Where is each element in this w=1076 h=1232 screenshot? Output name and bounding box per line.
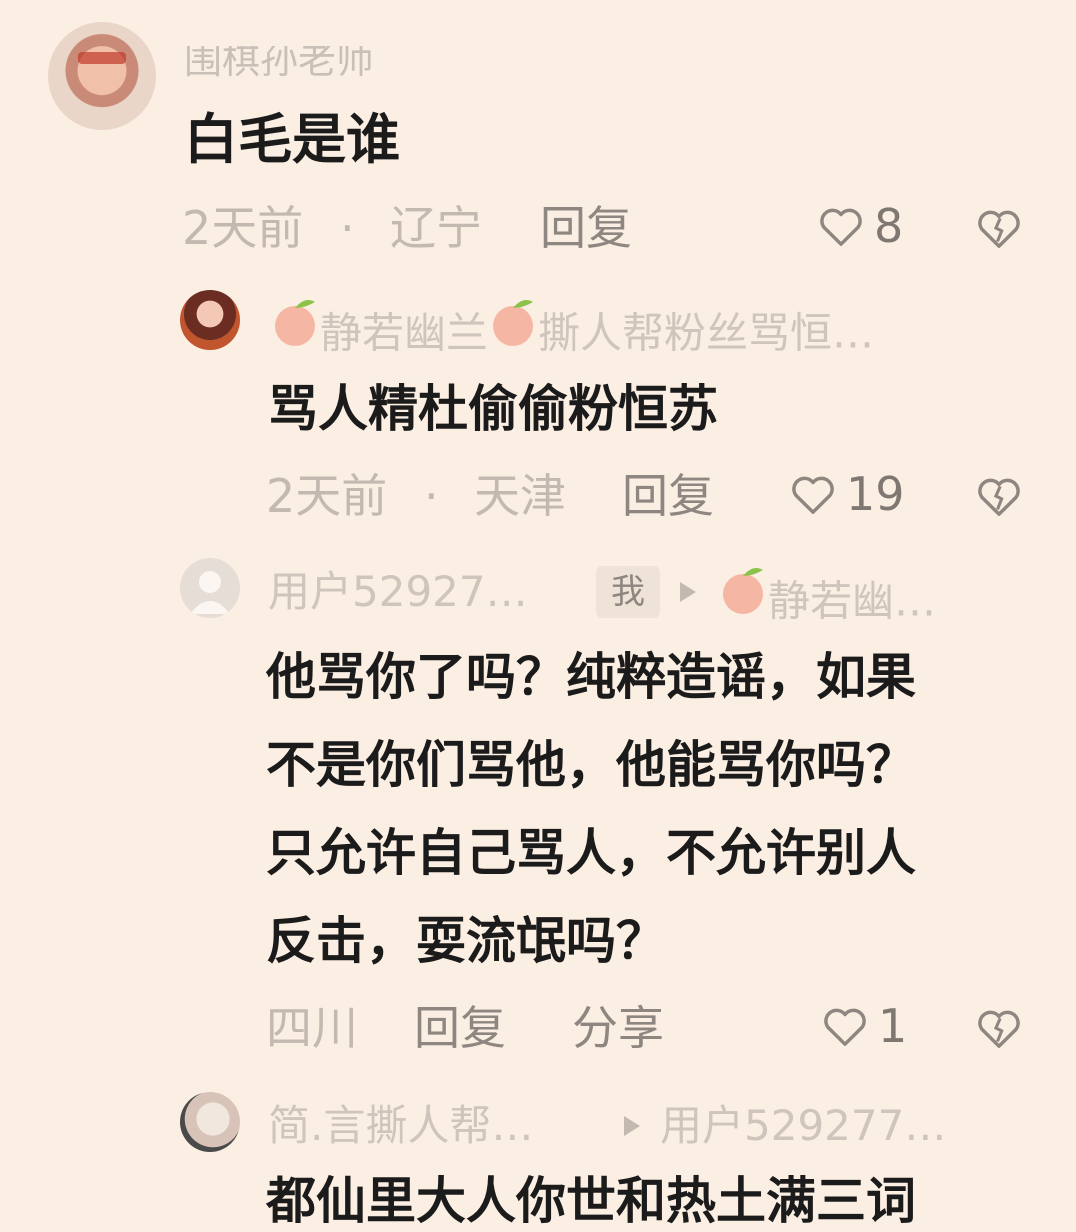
like-button[interactable]: 19 bbox=[790, 466, 905, 522]
comment-location: 四川 bbox=[266, 1001, 358, 1055]
avatar-user4[interactable] bbox=[180, 1092, 240, 1152]
peach-icon bbox=[488, 296, 538, 371]
heart-outline-icon bbox=[790, 472, 836, 516]
reply-button[interactable]: 回复 bbox=[540, 200, 632, 256]
meta-separator: · bbox=[340, 201, 355, 255]
comment-location: 辽宁 bbox=[390, 201, 482, 255]
comment-author[interactable]: 围棋孙老师 bbox=[184, 46, 374, 82]
peach-icon bbox=[718, 564, 768, 639]
peach-icon bbox=[270, 296, 320, 371]
reply-target[interactable]: 静若幽… bbox=[718, 564, 936, 639]
broken-heart-icon bbox=[976, 1006, 1022, 1050]
avatar-default[interactable] bbox=[180, 558, 240, 618]
triangle-right-icon bbox=[680, 582, 696, 602]
avatar-user1[interactable] bbox=[48, 22, 156, 130]
dislike-button[interactable] bbox=[976, 200, 1022, 256]
broken-heart-icon bbox=[976, 206, 1022, 250]
like-button[interactable]: 8 bbox=[818, 198, 903, 254]
reply-button[interactable]: 回复 bbox=[622, 468, 714, 524]
dislike-button[interactable] bbox=[976, 1000, 1022, 1056]
avatar-user2[interactable] bbox=[180, 290, 240, 350]
comment-text-line: 反击，耍流氓吗？ bbox=[266, 912, 666, 970]
dislike-button[interactable] bbox=[976, 468, 1022, 524]
like-button[interactable]: 1 bbox=[822, 998, 907, 1054]
heart-outline-icon bbox=[822, 1004, 868, 1048]
like-count: 1 bbox=[878, 999, 908, 1053]
like-count: 19 bbox=[846, 467, 905, 521]
like-count: 8 bbox=[874, 199, 904, 253]
comment-text-line: 不是你们骂他，他能骂你吗？ bbox=[266, 736, 916, 794]
comment-author[interactable]: 静若幽兰 撕人帮粉丝骂恒… bbox=[270, 296, 874, 371]
reply-target[interactable]: 用户529277… bbox=[660, 1098, 946, 1154]
comment-time: 2天前 bbox=[182, 201, 304, 255]
heart-outline-icon bbox=[818, 204, 864, 248]
comment-text: 骂人精杜偷偷粉恒苏 bbox=[268, 380, 718, 438]
comment-location: 天津 bbox=[474, 469, 566, 523]
broken-heart-icon bbox=[976, 474, 1022, 518]
reply-button[interactable]: 回复 bbox=[414, 1000, 506, 1056]
triangle-right-icon bbox=[624, 1116, 640, 1136]
meta-separator: · bbox=[424, 469, 439, 523]
comment-text: 白毛是谁 bbox=[184, 108, 400, 171]
comment-time: 2天前 bbox=[266, 469, 388, 523]
comment-author[interactable]: 简.言撕人帮… bbox=[268, 1098, 533, 1154]
comment-text-line: 只允许自己骂人，不允许别人 bbox=[266, 824, 916, 882]
comment-text-line: 他骂你了吗？纯粹造谣，如果 bbox=[266, 648, 916, 706]
share-button[interactable]: 分享 bbox=[572, 1000, 664, 1056]
comment-text-partial: 都仙里大人你世和热土满三词 bbox=[266, 1172, 916, 1230]
me-badge: 我 bbox=[596, 566, 660, 618]
comment-author[interactable]: 用户52927… bbox=[268, 564, 528, 620]
user-icon bbox=[190, 571, 230, 614]
